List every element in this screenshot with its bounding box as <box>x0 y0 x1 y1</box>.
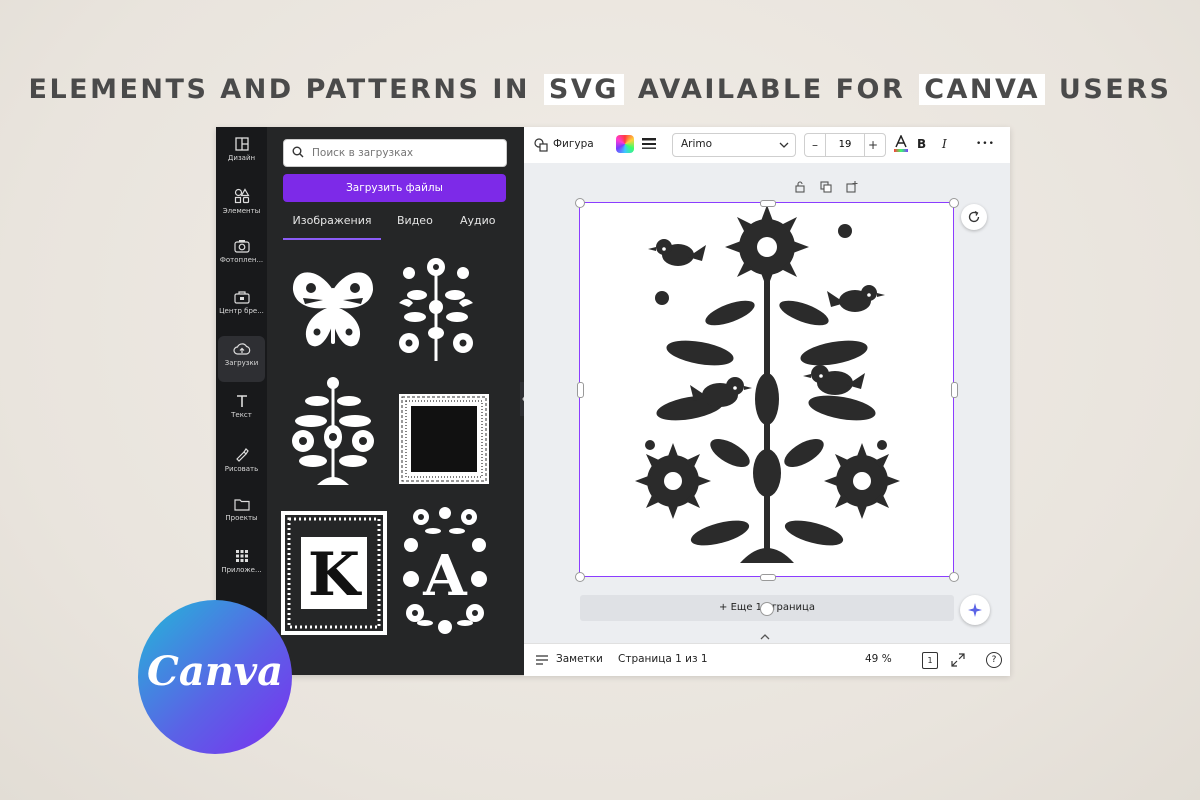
folder-icon <box>233 499 250 511</box>
tab-audio[interactable]: Аудио <box>460 212 496 238</box>
letter-a-thumbnail[interactable]: A <box>399 503 491 637</box>
sidebar-item-label: Элементы <box>222 207 261 215</box>
editor-toolbar: Фигура Arimo – 19 + B I ••• <box>524 127 1010 164</box>
media-tabs: Изображения Видео Аудио <box>283 212 508 240</box>
resize-handle-e[interactable] <box>951 382 958 398</box>
add-page-icon[interactable] <box>846 181 858 193</box>
sidebar-item-apps[interactable]: Приложе... <box>218 543 265 589</box>
sidebar-item-photos[interactable]: Фотоплен... <box>218 233 265 279</box>
help-label: ? <box>991 655 997 665</box>
floral-birds-thumbnail[interactable] <box>389 255 484 363</box>
sparkle-icon <box>968 603 982 617</box>
chevron-up-icon[interactable] <box>760 633 770 641</box>
rotate-handle[interactable] <box>760 602 774 616</box>
sidebar-item-elements[interactable]: Элементы <box>218 182 265 228</box>
canva-logo-text: Canva <box>147 648 283 695</box>
search-icon <box>292 146 304 158</box>
search-input[interactable] <box>310 143 504 163</box>
tab-video[interactable]: Видео <box>397 212 433 238</box>
tab-images[interactable]: Изображения <box>283 212 381 240</box>
increase-font-button[interactable]: + <box>863 134 883 156</box>
resize-handle-n[interactable] <box>760 200 776 207</box>
font-size-value[interactable]: 19 <box>825 134 865 156</box>
sidebar-item-draw[interactable]: Рисовать <box>218 440 265 486</box>
uploads-panel: Загрузить файлы Изображения Видео Аудио <box>267 127 524 675</box>
help-button[interactable]: ? <box>986 652 1002 668</box>
letter-k-thumbnail[interactable]: K <box>279 509 389 637</box>
sidebar-item-label: Рисовать <box>224 465 259 473</box>
chevron-down-icon <box>779 142 789 148</box>
resize-handle-s[interactable] <box>760 574 776 581</box>
apps-icon <box>235 550 248 562</box>
sidebar-item-projects[interactable]: Проекты <box>218 491 265 537</box>
sidebar-item-design[interactable]: Дизайн <box>218 131 265 177</box>
zoom-level[interactable]: 49 % <box>865 653 892 665</box>
status-bar: Заметки Страница 1 из 1 49 % 1 ? <box>524 643 1010 676</box>
sidebar-item-label: Приложе... <box>221 566 262 574</box>
lock-icon[interactable] <box>794 181 806 193</box>
headline-text-3: users <box>1058 74 1172 105</box>
selection-frame <box>579 202 954 577</box>
decrease-font-button[interactable]: – <box>805 134 825 156</box>
pages-count: 1 <box>927 656 933 665</box>
sidebar-item-uploads[interactable]: Загрузки <box>218 336 265 382</box>
notes-button[interactable]: Заметки <box>556 653 603 665</box>
letter-a: A <box>422 543 468 609</box>
sidebar-item-text[interactable]: Текст <box>218 388 265 434</box>
ornamental-frame-thumbnail[interactable] <box>397 392 491 486</box>
text-icon <box>236 395 247 407</box>
butterfly-thumbnail[interactable] <box>287 260 379 360</box>
side-rail: Дизайн Элементы Фотоплен... Центр бре...… <box>216 127 267 675</box>
sidebar-item-label: Центр бре... <box>219 307 264 315</box>
shape-button[interactable]: Фигура <box>553 138 594 150</box>
shapes-icon <box>234 188 250 204</box>
sidebar-item-label: Фотоплен... <box>219 256 264 264</box>
resize-handle-ne[interactable] <box>949 198 959 208</box>
floral-tree-thumbnail[interactable] <box>287 375 379 489</box>
notes-icon <box>536 655 548 665</box>
sidebar-item-brand[interactable]: Центр бре... <box>218 284 265 330</box>
sidebar-item-label: Загрузки <box>224 359 259 367</box>
sidebar-item-label: Дизайн <box>227 154 256 162</box>
resize-handle-se[interactable] <box>949 572 959 582</box>
headline: Elements and patterns in SVG available f… <box>0 74 1200 105</box>
headline-text-2: available for <box>637 74 906 105</box>
refresh-button[interactable] <box>961 204 987 230</box>
headline-text-1: Elements and patterns in <box>28 74 530 105</box>
page-indicator[interactable]: Страница 1 из 1 <box>618 653 708 665</box>
letter-k: K <box>308 540 362 610</box>
duplicate-icon[interactable] <box>820 181 832 193</box>
camera-icon <box>233 240 250 253</box>
more-options-button[interactable]: ••• <box>976 139 995 149</box>
search-box[interactable] <box>283 139 507 167</box>
color-swatch[interactable] <box>616 135 634 153</box>
canva-editor-window: Дизайн Элементы Фотоплен... Центр бре...… <box>216 127 1010 676</box>
resize-handle-w[interactable] <box>577 382 584 398</box>
pages-view-button[interactable]: 1 <box>922 652 938 669</box>
headline-highlight-svg: SVG <box>543 74 624 105</box>
cloud-upload-icon <box>232 343 250 355</box>
draw-icon <box>235 448 249 462</box>
shape-icon <box>534 138 548 152</box>
headline-highlight-canva: Canva <box>919 74 1045 105</box>
font-select[interactable]: Arimo <box>672 133 796 157</box>
layout-icon <box>234 137 249 151</box>
fullscreen-icon[interactable] <box>951 653 965 667</box>
font-size-stepper: – 19 + <box>804 133 886 157</box>
bold-button[interactable]: B <box>917 137 926 151</box>
sidebar-item-label: Текст <box>231 411 252 419</box>
sidebar-item-label: Проекты <box>225 514 258 522</box>
italic-button[interactable]: I <box>942 137 947 151</box>
canvas-area: + Еще 1 страница <box>524 163 1010 643</box>
upload-files-button[interactable]: Загрузить файлы <box>283 174 506 202</box>
resize-handle-sw[interactable] <box>575 572 585 582</box>
border-style-icon[interactable] <box>642 138 656 150</box>
resize-handle-nw[interactable] <box>575 198 585 208</box>
magic-assistant-button[interactable] <box>960 595 990 625</box>
canva-logo-badge: Canva <box>138 600 292 754</box>
text-color-icon[interactable] <box>893 135 909 153</box>
brand-icon <box>233 291 250 304</box>
rotate-icon <box>968 210 980 223</box>
font-name: Arimo <box>681 138 713 150</box>
